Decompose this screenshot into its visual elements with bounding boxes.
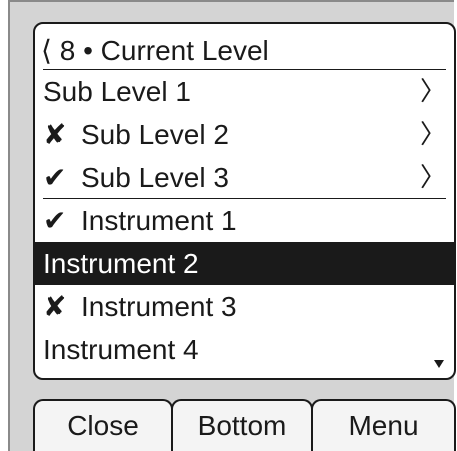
bullet-icon: •	[83, 35, 93, 66]
item-label: Instrument 2	[43, 248, 199, 279]
menu-item-instrument-2[interactable]: Instrument 2	[35, 242, 454, 285]
menu-screen: ⟨ 8 • Current Level Sub Level 1 〉 ✘ Sub L…	[33, 22, 456, 380]
menu-header[interactable]: ⟨ 8 • Current Level	[35, 32, 454, 70]
menu-item-sub-level-3[interactable]: ✔ Sub Level 3 〉	[35, 156, 454, 199]
item-label: Sub Level 1	[43, 76, 191, 107]
bottom-button[interactable]: Bottom	[171, 399, 313, 451]
back-chevron-icon: ⟨	[41, 35, 52, 66]
excluded-cross-icon: ✘	[43, 119, 67, 150]
excluded-cross-icon: ✘	[43, 291, 67, 322]
item-label: Instrument 1	[81, 205, 237, 236]
menu-item-instrument-1[interactable]: ✔ Instrument 1	[35, 199, 454, 242]
item-label: Instrument 4	[43, 334, 199, 365]
item-label: Instrument 3	[81, 291, 237, 322]
menu-item-instrument-3[interactable]: ✘ Instrument 3	[35, 285, 454, 328]
submenu-chevron-icon: 〉	[419, 119, 446, 149]
item-label: Sub Level 3	[81, 162, 229, 193]
submenu-chevron-icon: 〉	[419, 162, 446, 192]
submenu-chevron-icon: 〉	[419, 76, 446, 106]
menu-item-sub-level-2[interactable]: ✘ Sub Level 2 〉	[35, 113, 454, 156]
softkey-bar: Close Bottom Menu	[33, 399, 456, 451]
menu-item-sub-level-1[interactable]: Sub Level 1 〉	[35, 70, 454, 113]
level-title: Current Level	[100, 35, 269, 66]
level-number: 8	[59, 35, 76, 66]
checkmark-icon: ✔	[43, 162, 67, 193]
close-button[interactable]: Close	[33, 399, 173, 451]
menu-item-instrument-4[interactable]: Instrument 4	[35, 328, 454, 371]
item-label: Sub Level 2	[81, 119, 229, 150]
checkmark-icon: ✔	[43, 205, 67, 236]
menu-button[interactable]: Menu	[311, 399, 456, 451]
scroll-down-arrow-icon[interactable]	[434, 360, 444, 368]
